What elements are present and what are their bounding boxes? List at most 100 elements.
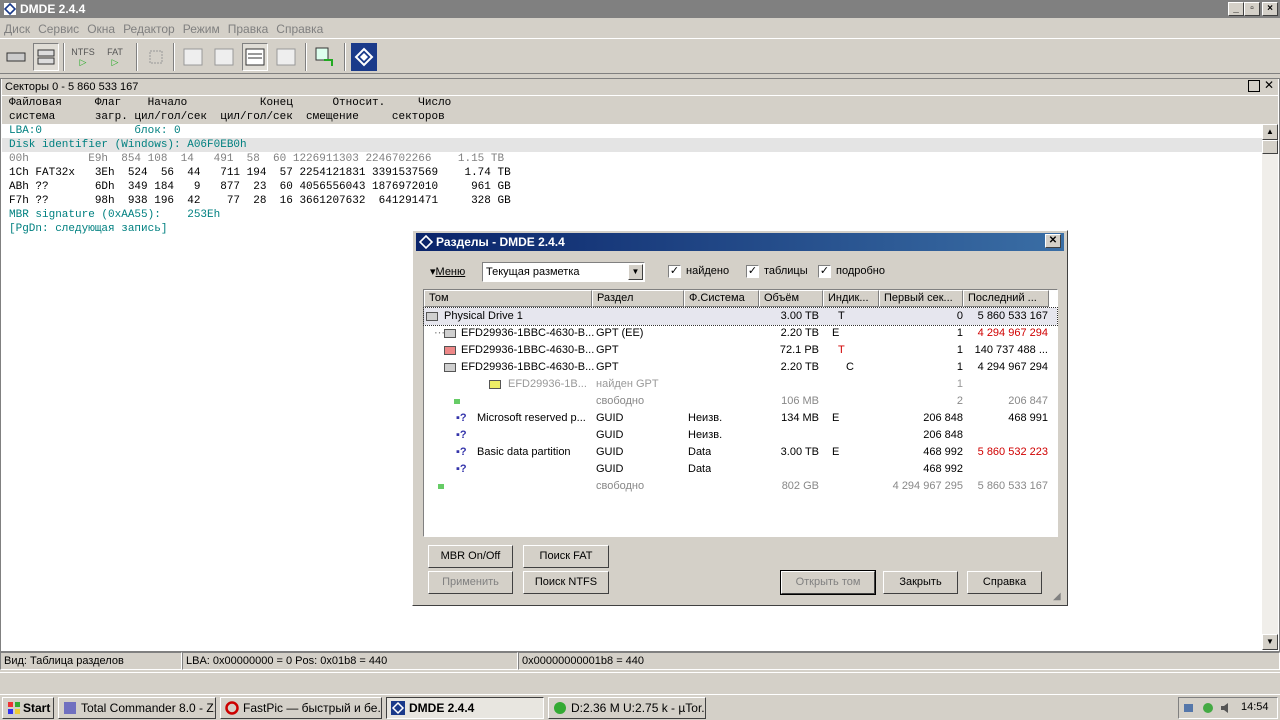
- close-button[interactable]: ×: [1262, 2, 1278, 16]
- table-row[interactable]: свободно 106 MB 2 206 847: [424, 393, 1057, 410]
- menu-help[interactable]: Справка: [272, 22, 327, 36]
- table-header: Файловая Флаг Начало Конец Относит. Числ…: [2, 96, 1278, 124]
- col-partition[interactable]: Раздел: [592, 290, 684, 307]
- col-size[interactable]: Объём: [759, 290, 823, 307]
- unknown-partition-icon: ▪?: [456, 412, 467, 424]
- apply-button[interactable]: Применить: [428, 571, 513, 594]
- col-last-sector[interactable]: Последний ...: [963, 290, 1049, 307]
- partition-entry-line[interactable]: ABh ?? 6Dh 349 184 9 877 23 60 405655604…: [9, 180, 511, 194]
- opera-icon: [225, 701, 239, 715]
- network-icon[interactable]: [1183, 701, 1197, 715]
- table-row[interactable]: ⋯ EFD29936-1BBC-4630-B... GPT (EE) 2.20 …: [424, 325, 1057, 342]
- scroll-thumb[interactable]: [1262, 140, 1278, 154]
- menu-disk[interactable]: Диск: [0, 22, 34, 36]
- text-view-icon[interactable]: [211, 43, 237, 71]
- close-panel-icon[interactable]: ✕: [1264, 78, 1274, 92]
- hex-view-icon[interactable]: [180, 43, 206, 71]
- table-row[interactable]: ▪? Basic data partition GUID Data 3.00 T…: [424, 444, 1057, 461]
- maximize-panel-icon[interactable]: [1248, 80, 1260, 92]
- dialog-title-bar: Разделы - DMDE 2.4.4: [416, 233, 1064, 251]
- menu-edit[interactable]: Правка: [224, 22, 273, 36]
- floppy-icon: [64, 702, 76, 714]
- header-line-1: Файловая Флаг Начало Конец Относит. Числ…: [9, 97, 452, 109]
- status-lba: LBA: 0x00000000 = 0 Pos: 0x01b8 = 440: [182, 652, 518, 670]
- menu-mode[interactable]: Режим: [179, 22, 224, 36]
- mbr-onoff-button[interactable]: MBR On/Off: [428, 545, 513, 568]
- table-row[interactable]: EFD29936-1BBC-4630-B... GPT 2.20 TB C 1 …: [424, 359, 1057, 376]
- system-tray: 14:54: [1178, 697, 1278, 719]
- status-view: Вид: Таблица разделов: [0, 652, 182, 670]
- chevron-down-icon[interactable]: ▼: [628, 264, 643, 280]
- partition-entry-line[interactable]: 00h E9h 854 108 14 491 58 60 1226911303 …: [9, 152, 511, 166]
- toolbar-separator: [136, 43, 138, 71]
- vertical-scrollbar[interactable]: ▲ ▼: [1262, 124, 1278, 650]
- partitions-grid: Том Раздел Ф.Система Объём Индик... Перв…: [423, 289, 1058, 537]
- panel-title: Секторы 0 - 5 860 533 167: [2, 79, 1278, 95]
- minimize-button[interactable]: _: [1228, 2, 1244, 16]
- template-view-icon[interactable]: [273, 43, 299, 71]
- menu-windows[interactable]: Окна: [83, 22, 119, 36]
- windows-logo-icon: [8, 702, 20, 714]
- mbr-signature-line[interactable]: MBR signature (0xAA55): 253Eh: [9, 208, 511, 222]
- utorrent-icon: [554, 702, 566, 714]
- volume-icon[interactable]: [1219, 701, 1233, 715]
- col-first-sector[interactable]: Первый сек...: [879, 290, 963, 307]
- menu-service[interactable]: Сервис: [34, 22, 83, 36]
- search-fat-button[interactable]: Поиск FAT: [523, 545, 609, 568]
- table-row[interactable]: EFD29936-1B... найден GPT 1: [424, 376, 1057, 393]
- dialog-menu-button[interactable]: ▾Меню: [430, 265, 465, 278]
- task-dmde[interactable]: DMDE 2.4.4: [386, 697, 544, 719]
- app-title: DMDE 2.4.4: [20, 2, 86, 16]
- copy-sectors-icon[interactable]: [312, 43, 338, 71]
- fat-search-icon[interactable]: FAT ▷: [102, 43, 128, 71]
- scroll-down-button[interactable]: ▼: [1262, 634, 1278, 650]
- ntfs-search-icon[interactable]: NTFS ▷: [70, 43, 96, 71]
- resize-grip-icon[interactable]: ◢: [1053, 591, 1061, 602]
- help-button[interactable]: Справка: [967, 571, 1042, 594]
- sparkle-icon[interactable]: [143, 43, 169, 71]
- task-total-commander[interactable]: Total Commander 8.0 - Z...: [58, 697, 216, 719]
- gpt-table-icon: [489, 380, 501, 389]
- tray-app-icon[interactable]: [1201, 701, 1215, 715]
- col-indicator[interactable]: Индик...: [823, 290, 879, 307]
- scroll-up-button[interactable]: ▲: [1262, 124, 1278, 140]
- toolbar-separator: [173, 43, 175, 71]
- col-volume[interactable]: Том: [424, 290, 592, 307]
- clock: 14:54: [1241, 701, 1269, 713]
- task-fastpic[interactable]: FastPic — быстрый и бе...: [220, 697, 382, 719]
- table-row[interactable]: EFD29936-1BBC-4630-B... GPT 72.1 PB T 1 …: [424, 342, 1057, 359]
- start-button[interactable]: Start: [2, 697, 54, 719]
- drive-icon[interactable]: [3, 43, 29, 71]
- status-bar: Вид: Таблица разделов LBA: 0x00000000 = …: [0, 652, 1280, 670]
- restore-button[interactable]: ▫: [1244, 2, 1260, 16]
- layout-select[interactable]: Текущая разметка ▼: [482, 262, 645, 282]
- empty-strip: [0, 672, 1280, 692]
- menu-bar: Диск Сервис Окна Редактор Режим Правка С…: [0, 19, 1280, 38]
- lba-line[interactable]: LBA:0 блок: 0: [9, 124, 511, 138]
- taskbar: Start Total Commander 8.0 - Z... FastPic…: [0, 694, 1280, 720]
- menu-editor[interactable]: Редактор: [119, 22, 179, 36]
- col-filesystem[interactable]: Ф.Система: [684, 290, 759, 307]
- partition-entry-line[interactable]: 1Ch FAT32x 3Eh 524 56 44 711 194 57 2254…: [9, 166, 511, 180]
- partition-error-icon: [444, 346, 456, 355]
- task-utorrent[interactable]: D:2.36 M U:2.75 k - µTor...: [548, 697, 706, 719]
- found-checkbox[interactable]: ✓: [668, 265, 681, 278]
- dmde-logo-icon: [391, 701, 405, 715]
- dmde-logo-icon[interactable]: [351, 43, 377, 71]
- table-row[interactable]: ▪? Microsoft reserved p... GUID Неизв. 1…: [424, 410, 1057, 427]
- search-ntfs-button[interactable]: Поиск NTFS: [523, 571, 609, 594]
- disk-id-line[interactable]: Disk identifier (Windows): A06F0EB0h: [9, 138, 511, 152]
- table-row[interactable]: свободно 802 GB 4 294 967 295 5 860 533 …: [424, 478, 1057, 495]
- dialog-close-button[interactable]: ✕: [1045, 234, 1061, 248]
- partitions-icon[interactable]: [33, 43, 59, 71]
- unknown-partition-icon: ▪?: [456, 446, 467, 458]
- tables-checkbox[interactable]: ✓: [746, 265, 759, 278]
- detailed-checkbox[interactable]: ✓: [818, 265, 831, 278]
- table-row[interactable]: ▪? GUID Неизв. 206 848: [424, 427, 1057, 444]
- close-dialog-button[interactable]: Закрыть: [883, 571, 958, 594]
- open-volume-button[interactable]: Открыть том: [780, 570, 876, 595]
- table-row[interactable]: ▪? GUID Data 468 992: [424, 461, 1057, 478]
- table-view-icon[interactable]: [242, 43, 268, 71]
- partition-entry-line[interactable]: F7h ?? 98h 938 196 42 77 28 16 366120763…: [9, 194, 511, 208]
- table-row[interactable]: Physical Drive 1 3.00 TB T 0 5 860 533 1…: [423, 307, 1058, 326]
